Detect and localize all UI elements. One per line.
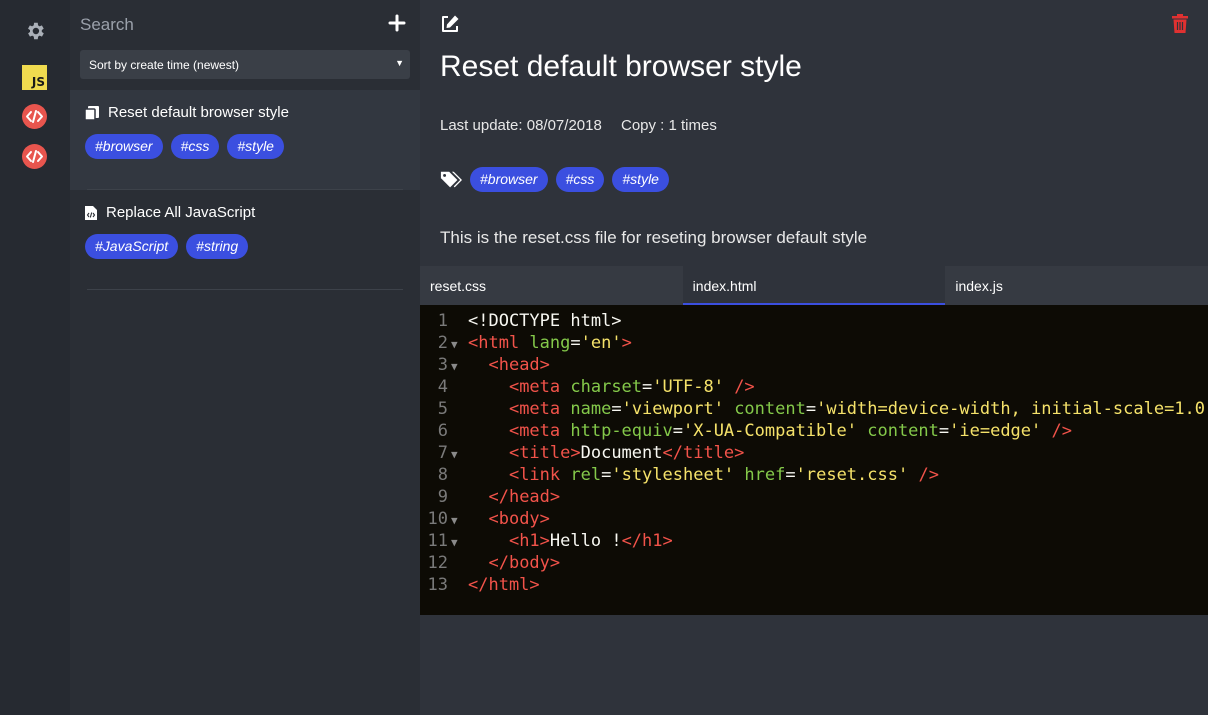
fold-caret-icon[interactable]: ▼ [448, 356, 468, 378]
code-text: <head> [488, 355, 550, 375]
line-number: 5 [437, 399, 448, 419]
snippet-title: Replace All JavaScript [106, 204, 256, 221]
tag-chip[interactable]: #css [170, 134, 220, 159]
code-line: 13 </html> [420, 574, 1208, 596]
add-snippet-button[interactable] [388, 14, 406, 32]
snippet-item[interactable]: Reset default browser style #browser #cs… [70, 90, 420, 190]
code-line: 12 </body> [420, 552, 1208, 574]
code-line: 1 <!DOCTYPE html> [420, 310, 1208, 332]
code-text: </head> [488, 487, 561, 507]
line-number: 8 [437, 465, 448, 485]
sort-select-value: Sort by create time (newest) [89, 58, 240, 72]
tab-index-html[interactable]: index.html [682, 266, 946, 305]
code-text: </html> [468, 575, 540, 595]
fold-caret-icon[interactable]: ▼ [448, 532, 468, 554]
tag-chip[interactable]: #style [227, 134, 284, 159]
fold-caret-icon[interactable]: ▼ [448, 334, 468, 356]
detail-footer-area [420, 615, 1208, 715]
js-language-button[interactable]: JS [22, 65, 47, 90]
code-line: 6 <meta http-equiv='X-UA-Compatible' con… [420, 420, 1208, 442]
copy-icon [84, 105, 99, 121]
plus-icon [388, 14, 406, 32]
gear-icon [27, 22, 44, 39]
html-language-button[interactable] [22, 104, 47, 129]
line-number: 13 [427, 575, 448, 595]
tab-reset-css[interactable]: reset.css [420, 266, 683, 305]
icon-rail: JS [0, 0, 70, 715]
line-number: 11 [427, 531, 448, 551]
delete-button[interactable] [1172, 14, 1188, 34]
code-line: 5 <meta name='viewport' content='width=d… [420, 398, 1208, 420]
code-line: 11 ▼ <h1>Hello !</h1> [420, 530, 1208, 552]
fold-caret-icon[interactable]: ▼ [448, 444, 468, 466]
line-number: 7 [437, 443, 448, 463]
snippet-detail-pane: Reset default browser style Last update:… [420, 0, 1208, 715]
fold-caret-icon[interactable]: ▼ [448, 510, 468, 532]
code-text: <!DOCTYPE html> [468, 311, 622, 331]
line-number: 10 [427, 509, 448, 529]
code-text: <meta charset='UTF-8' /> [508, 377, 755, 397]
code-text: <meta name='viewport' content='width=dev… [508, 399, 1208, 419]
last-update: Last update: 08/07/2018 [440, 117, 602, 134]
code-text: <body> [488, 509, 550, 529]
code-editor[interactable]: 1 <!DOCTYPE html> 2 ▼ <html lang='en'> 3 ▼ <he… [420, 305, 1208, 615]
settings-button[interactable] [22, 18, 47, 43]
tag-chip[interactable]: #css [555, 167, 605, 192]
code-line: 4 <meta charset='UTF-8' /> [420, 376, 1208, 398]
tag-chip[interactable]: #JavaScript [85, 234, 179, 259]
line-number: 1 [437, 311, 448, 331]
code-line: 10 ▼ <body> [420, 508, 1208, 530]
code-icon [22, 144, 47, 169]
code-text: <link rel='stylesheet' href='reset.css' … [508, 465, 939, 485]
code-line: 7 ▼ <title>Document</title> [420, 442, 1208, 464]
detail-tags: #browser #css #style [440, 167, 669, 192]
code-text: <title>Document</title> [508, 443, 745, 463]
line-number: 3 [437, 355, 448, 375]
sort-select[interactable]: Sort by create time (newest) ▼ [80, 50, 410, 79]
line-number: 6 [437, 421, 448, 441]
tag-chip[interactable]: #browser [85, 134, 163, 159]
code-line: 9 </head> [420, 486, 1208, 508]
snippet-tags: #JavaScript #string [85, 234, 249, 259]
code-text: </body> [488, 553, 561, 573]
caret-down-icon: ▼ [395, 58, 404, 68]
search-bar [70, 0, 420, 50]
copy-count: Copy : 1 times [620, 117, 717, 134]
tab-index-js[interactable]: index.js [945, 266, 1208, 305]
page-title: Reset default browser style [440, 50, 802, 83]
file-code-icon [85, 205, 97, 220]
tag-chip[interactable]: #string [186, 234, 249, 259]
snippet-list-panel: Sort by create time (newest) ▼ Reset def… [70, 0, 420, 715]
snippet-title-row: Reset default browser style [84, 104, 289, 121]
code-text: <html lang='en'> [468, 333, 632, 353]
edit-button[interactable] [440, 14, 460, 34]
trash-icon [1172, 14, 1188, 33]
app-window: JS Sort [0, 0, 1208, 715]
snippet-title-row: Replace All JavaScript [84, 204, 255, 221]
file-tabs: reset.css index.html index.js [420, 266, 1208, 305]
tags-icon [440, 171, 462, 187]
tag-chip[interactable]: #browser [470, 167, 548, 192]
code-text: <h1>Hello !</h1> [508, 531, 673, 551]
edit-icon [442, 15, 459, 32]
line-number: 9 [437, 487, 448, 507]
line-number: 12 [427, 553, 448, 573]
line-number: 4 [437, 377, 448, 397]
code-text: <meta http-equiv='X-UA-Compatible' conte… [508, 421, 1072, 441]
code-icon [22, 104, 47, 129]
js-logo-label: JS [31, 75, 45, 89]
snippet-tags: #browser #css #style [85, 134, 284, 159]
line-number: 2 [437, 333, 448, 353]
snippet-description: This is the reset.css file for reseting … [440, 228, 868, 247]
code-line: 2 ▼ <html lang='en'> [420, 332, 1208, 354]
search-input[interactable] [80, 10, 370, 40]
snippet-title: Reset default browser style [108, 104, 289, 121]
tag-chip[interactable]: #style [612, 167, 669, 192]
snippet-item[interactable]: Replace All JavaScript #JavaScript #stri… [70, 190, 420, 290]
code-line: 3 ▼ <head> [420, 354, 1208, 376]
code-line: 8 <link rel='stylesheet' href='reset.css… [420, 464, 1208, 486]
snippet-meta: Last update: 08/07/2018 Copy : 1 times [440, 117, 717, 134]
css-language-button[interactable] [22, 144, 47, 169]
divider [87, 289, 403, 290]
